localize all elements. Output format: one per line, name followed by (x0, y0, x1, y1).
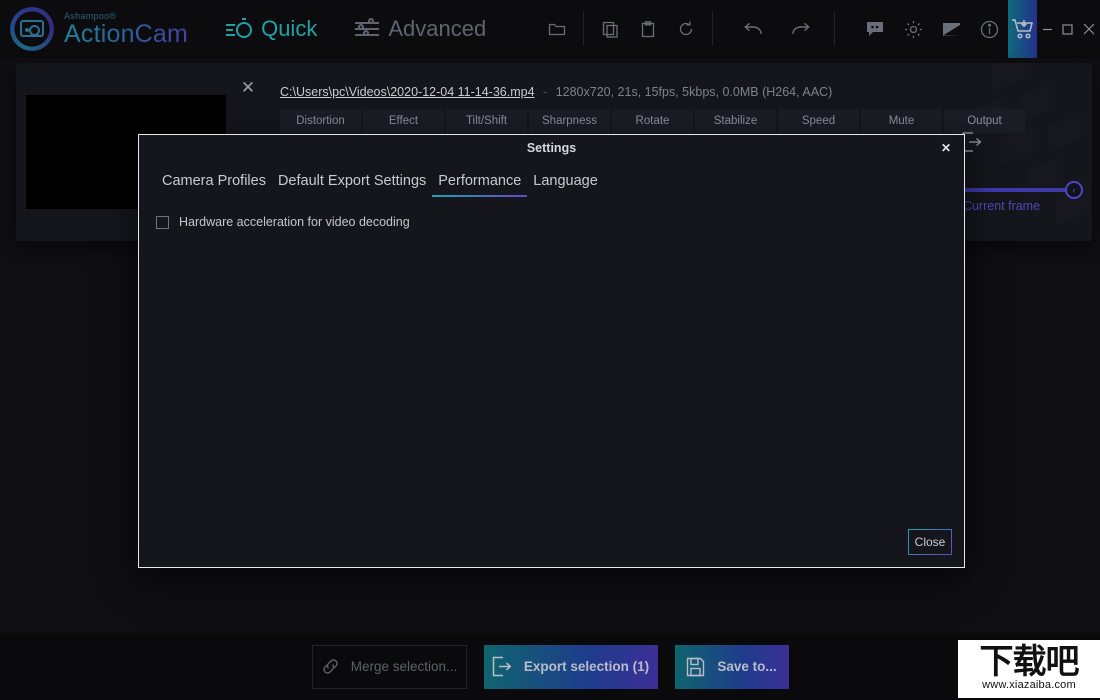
clip-remove-button[interactable]: ✕ (236, 76, 260, 100)
save-to-label: Save to... (717, 659, 777, 674)
floppy-disk-icon (687, 657, 705, 676)
tab-camera-profiles[interactable]: Camera Profiles (156, 173, 272, 197)
window-minimize-button[interactable] (1037, 0, 1057, 58)
mode-advanced-button[interactable]: Advanced (345, 0, 496, 58)
merge-selection-label: Merge selection... (350, 659, 458, 674)
app-logo: Ashampoo® ActionCam (8, 5, 188, 53)
edit-tab-output[interactable]: Output (944, 109, 1025, 133)
window-close-button[interactable] (1078, 0, 1100, 58)
settings-tab-bar: Camera Profiles Default Export Settings … (139, 161, 964, 197)
edit-tab-speed[interactable]: Speed (778, 109, 859, 133)
clip-file-path[interactable]: C:\Users\pc\Videos\2020-12-04 11-14-36.m… (280, 85, 535, 99)
tab-default-export-settings[interactable]: Default Export Settings (272, 173, 432, 197)
settings-dialog-title: Settings (526, 141, 577, 155)
reset-icon[interactable] (667, 0, 705, 58)
toolbar-divider (712, 12, 714, 46)
toolbar-divider (834, 12, 836, 46)
actioncam-logo-icon (8, 5, 56, 53)
window-maximize-button[interactable] (1057, 0, 1077, 58)
sliders-icon (355, 18, 380, 39)
slider-knob[interactable]: ‹ (1065, 181, 1083, 199)
hardware-acceleration-checkbox-row[interactable]: Hardware acceleration for video decoding (156, 215, 964, 229)
settings-dialog-close-icon[interactable]: ✕ (938, 140, 954, 156)
site-watermark: 下载吧 www.xiazaiba.com (958, 640, 1100, 698)
mode-quick-label: Quick (261, 16, 318, 41)
buy-cart-button[interactable] (1008, 0, 1038, 58)
settings-dialog-footer: Close (908, 529, 952, 555)
open-folder-icon[interactable] (538, 0, 576, 58)
clip-media-info: 1280x720, 21s, 15fps, 5kbps, 0.0MB (H264… (555, 85, 833, 99)
edit-tab-effect[interactable]: Effect (363, 109, 444, 133)
watermark-text: 下载吧 (979, 642, 1080, 683)
tab-language[interactable]: Language (527, 173, 604, 197)
mode-quick-button[interactable]: Quick (216, 0, 327, 58)
settings-dialog-titlebar: Settings ✕ (139, 135, 964, 161)
clip-edit-tabs: Distortion Effect Tilt/Shift Sharpness R… (280, 109, 1025, 133)
settings-tab-panel-performance: Hardware acceleration for video decoding (139, 197, 964, 229)
feedback-icon[interactable] (856, 0, 894, 58)
title-bar: Ashampoo® ActionCam Quick Advanced (0, 0, 1100, 58)
application-window: Ashampoo® ActionCam Quick Advanced ✕ C:\… (0, 0, 1100, 700)
bottom-action-bar: Merge selection... Export selection (1) … (0, 633, 1100, 700)
copy-icon[interactable] (591, 0, 629, 58)
settings-dialog: Settings ✕ Camera Profiles Default Expor… (138, 134, 965, 568)
stopwatch-icon (226, 18, 253, 40)
merge-selection-button[interactable]: Merge selection... (311, 644, 467, 689)
link-icon (322, 659, 338, 674)
edit-tab-mute[interactable]: Mute (861, 109, 942, 133)
settings-gear-icon[interactable] (894, 0, 932, 58)
clip-metadata: C:\Users\pc\Videos\2020-12-04 11-14-36.m… (280, 85, 832, 99)
save-to-button[interactable]: Save to... (674, 644, 789, 689)
hardware-acceleration-checkbox[interactable] (156, 215, 169, 229)
toolbar-file-group (538, 0, 1008, 58)
brand-name: ActionCam (64, 19, 189, 48)
redo-icon[interactable] (782, 0, 820, 58)
hardware-acceleration-label: Hardware acceleration for video decoding (179, 215, 410, 229)
export-selection-button[interactable]: Export selection (1) (483, 644, 658, 689)
tab-performance[interactable]: Performance (432, 173, 528, 197)
export-selection-label: Export selection (1) (523, 659, 650, 674)
mode-advanced-label: Advanced (388, 16, 487, 41)
cart-download-icon (1011, 19, 1033, 39)
edit-tab-sharpness[interactable]: Sharpness (529, 109, 610, 133)
theme-icon[interactable] (932, 0, 970, 58)
settings-close-button[interactable]: Close (908, 529, 952, 555)
undo-icon[interactable] (734, 0, 772, 58)
edit-tab-distortion[interactable]: Distortion (280, 109, 361, 133)
toolbar-divider (583, 12, 585, 46)
edit-tab-stabilize[interactable]: Stabilize (695, 109, 776, 133)
edit-tab-rotate[interactable]: Rotate (612, 109, 693, 133)
info-icon[interactable] (970, 0, 1008, 58)
watermark-url: www.xiazaiba.com (982, 678, 1076, 691)
paste-icon[interactable] (629, 0, 667, 58)
export-arrow-icon (492, 656, 512, 677)
edit-tab-tilt-shift[interactable]: Tilt/Shift (446, 109, 527, 133)
clip-meta-dash: - (543, 85, 548, 99)
